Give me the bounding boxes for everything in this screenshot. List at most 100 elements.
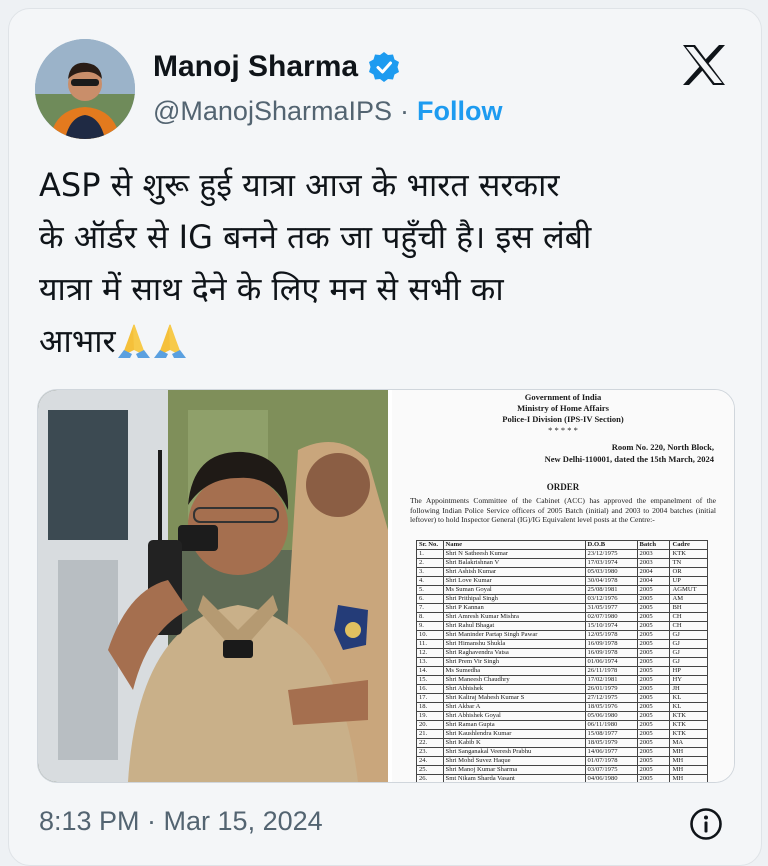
tweet-timestamp[interactable]: 8:13 PM · Mar 15, 2024: [39, 806, 323, 837]
table-cell: Shri Kaushlendra Kumar: [442, 729, 586, 739]
doc-order-title: ORDER: [546, 482, 580, 492]
table-cell: MA: [669, 738, 708, 748]
table-cell: Shri Balakrishnan V: [442, 558, 586, 568]
doc-address-line: Room No. 220, North Block,: [611, 442, 714, 452]
table-cell: 06/11/1980: [584, 720, 638, 730]
author-handle[interactable]: @ManojSharmaIPS: [153, 96, 392, 127]
table-cell: 17/03/1974: [584, 558, 638, 568]
table-cell: 17.: [416, 693, 444, 703]
table-cell: 2005: [636, 603, 671, 613]
table-cell: 2003: [636, 558, 671, 568]
table-cell: 27/12/1975: [584, 693, 638, 703]
table-row: 1. Shri N Satheesh Kumar 23/12/1975 2003 KTK: [416, 549, 708, 559]
table-cell: Shri Prem Vir Singh: [442, 657, 586, 667]
table-cell: 20.: [416, 720, 444, 730]
table-cell: GJ: [669, 639, 708, 649]
table-cell: Shri Raman Gupta: [442, 720, 586, 730]
column-header: Name: [442, 540, 586, 550]
table-cell: Shri Abhishek Goyal: [442, 711, 586, 721]
table-cell: Shri Maneesh Chaudhry: [442, 675, 586, 685]
table-cell: 2005: [636, 756, 671, 766]
info-icon[interactable]: [689, 807, 723, 841]
table-cell: 18/05/1976: [584, 702, 638, 712]
table-row: 26. Smt Nikam Sharda Vasant 04/06/1980 2005…: [416, 774, 708, 782]
table-cell: KTK: [669, 729, 708, 739]
table-row: 21. Shri Kaushlendra Kumar 15/08/1977 2005 K…: [416, 729, 708, 739]
table-cell: 15/10/1974: [584, 621, 638, 631]
table-row: 6. Shri Prithipal Singh 03/12/1976 2005 AM: [416, 594, 708, 604]
table-cell: 2005: [636, 639, 671, 649]
table-cell: 26/01/1979: [584, 684, 638, 694]
table-cell: Shri Kaliraj Mahesh Kumar S: [442, 693, 586, 703]
table-cell: 15.: [416, 675, 444, 685]
follow-button[interactable]: Follow: [417, 96, 502, 127]
table-cell: 30/04/1978: [584, 576, 638, 586]
table-cell: 13.: [416, 657, 444, 667]
table-cell: HP: [669, 666, 708, 676]
table-cell: BH: [669, 603, 708, 613]
table-row: 12. Shri Raghavendra Vatsa 16/09/1978 2005 G…: [416, 648, 708, 658]
tweet-media[interactable]: Government of India Ministry of Home Aff…: [37, 389, 735, 783]
table-cell: 4.: [416, 576, 444, 586]
tweet-line: ASP से शुरू हुई यात्रा आज के भारत सरकार: [39, 166, 560, 204]
table-cell: 9.: [416, 621, 444, 631]
x-logo-icon[interactable]: [681, 43, 727, 87]
table-cell: 3.: [416, 567, 444, 577]
author-name[interactable]: Manoj Sharma: [153, 50, 358, 84]
tweet-line: के ऑर्डर से IG बनने तक जा पहुँची है। इस …: [39, 218, 592, 256]
table-header-row: Sr. No. Name D.O.B Batch Cadre: [416, 540, 708, 550]
table-cell: 19.: [416, 711, 444, 721]
table-cell: 2005: [636, 693, 671, 703]
officer-photo[interactable]: [38, 390, 388, 782]
tweet-line: आभार: [39, 322, 116, 360]
order-document[interactable]: Government of India Ministry of Home Aff…: [392, 390, 734, 782]
table-cell: 05/06/1980: [584, 711, 638, 721]
author-avatar[interactable]: [35, 39, 135, 139]
officers-table: Sr. No. Name D.O.B Batch Cadre 1. Shri N …: [416, 540, 708, 782]
doc-header-line: Police-I Division (IPS-IV Section): [502, 414, 624, 424]
table-cell: CH: [669, 621, 708, 631]
table-cell: Shri Mohd Suvez Haque: [442, 756, 586, 766]
table-cell: CH: [669, 612, 708, 622]
table-cell: 21.: [416, 729, 444, 739]
table-cell: GJ: [669, 630, 708, 640]
table-cell: 2005: [636, 585, 671, 595]
table-row: 2. Shri Balakrishnan V 17/03/1974 2003 TN: [416, 558, 708, 568]
table-cell: 03/12/1976: [584, 594, 638, 604]
folded-hands-emoji: [117, 324, 150, 358]
table-cell: 18.: [416, 702, 444, 712]
author-name-row: Manoj Sharma: [153, 47, 400, 87]
table-cell: 16/09/1978: [584, 639, 638, 649]
table-cell: Smt Nikam Sharda Vasant: [442, 774, 586, 782]
column-header: D.O.B: [584, 540, 638, 550]
author-handle-row: @ManojSharmaIPS · Follow: [153, 91, 503, 131]
table-cell: OR: [669, 567, 708, 577]
table-cell: KTK: [669, 720, 708, 730]
table-cell: 2005: [636, 765, 671, 775]
table-cell: Shri Himanshu Shukla: [442, 639, 586, 649]
table-cell: Shri Raghavendra Vatsa: [442, 648, 586, 658]
table-cell: Shri Prithipal Singh: [442, 594, 586, 604]
table-cell: Ms Sumedha: [442, 666, 586, 676]
table-row: 25. Shri Manoj Kumar Sharma 03/07/1975 2005…: [416, 765, 708, 775]
table-cell: Shri Kabib K: [442, 738, 586, 748]
table-cell: 2005: [636, 738, 671, 748]
folded-hands-emoji: [153, 324, 186, 358]
table-cell: 2005: [636, 720, 671, 730]
table-row: 16. Shri Abhishek 26/01/1979 2005 JH: [416, 684, 708, 694]
table-cell: 2005: [636, 657, 671, 667]
table-cell: KTK: [669, 711, 708, 721]
table-cell: 12/05/1978: [584, 630, 638, 640]
doc-header-line: Ministry of Home Affairs: [517, 403, 609, 413]
table-cell: 2005: [636, 747, 671, 757]
table-row: 22. Shri Kabib K 18/05/1979 2005 MA: [416, 738, 708, 748]
table-cell: 04/06/1980: [584, 774, 638, 782]
table-row: 15. Shri Maneesh Chaudhry 17/02/1981 2005 HY: [416, 675, 708, 685]
table-row: 10. Shri Maninder Partap Singh Pawar 12/05…: [416, 630, 708, 640]
tweet-timestamp-row: 8:13 PM · Mar 15, 2024: [39, 799, 323, 843]
table-cell: 2005: [636, 711, 671, 721]
table-cell: Shri Amresh Kumar Mishra: [442, 612, 586, 622]
table-row: 14. Ms Sumedha 26/11/1978 2005 HP: [416, 666, 708, 676]
table-cell: MH: [669, 765, 708, 775]
table-cell: 26/11/1978: [584, 666, 638, 676]
